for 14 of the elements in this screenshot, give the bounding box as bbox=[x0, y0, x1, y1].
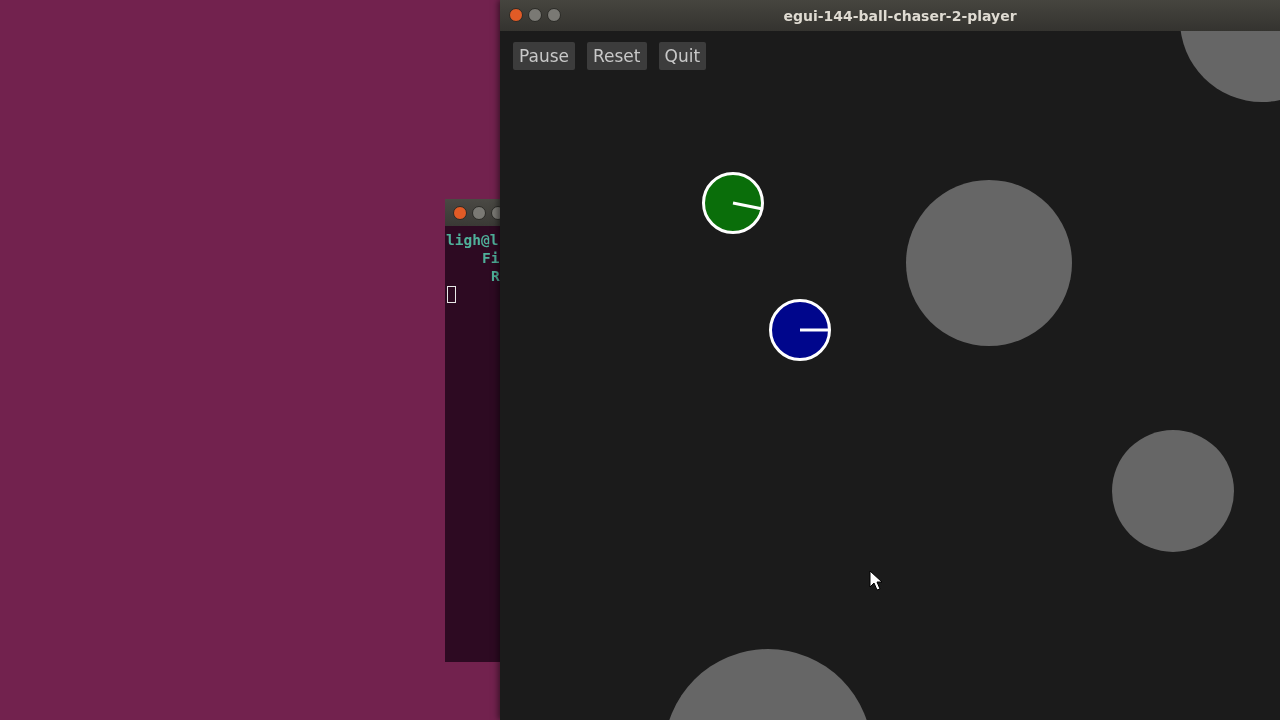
toolbar-button[interactable]: Reset bbox=[587, 42, 647, 70]
minimize-button[interactable] bbox=[472, 205, 486, 220]
terminal-line: Fi bbox=[482, 249, 500, 267]
maximize-button[interactable] bbox=[547, 8, 561, 22]
toolbar-button[interactable]: Quit bbox=[658, 42, 707, 70]
terminal-line: ligh@l bbox=[446, 231, 499, 249]
close-button[interactable] bbox=[453, 205, 467, 220]
window-title: egui-144-ball-chaser-2-player bbox=[783, 7, 1017, 24]
close-button[interactable] bbox=[509, 8, 523, 22]
terminal-line: R bbox=[491, 267, 500, 285]
toolbar-button[interactable]: Pause bbox=[513, 42, 575, 70]
text-cursor bbox=[447, 286, 456, 303]
minimize-button[interactable] bbox=[528, 8, 542, 22]
mouse-pointer-icon bbox=[869, 570, 883, 591]
